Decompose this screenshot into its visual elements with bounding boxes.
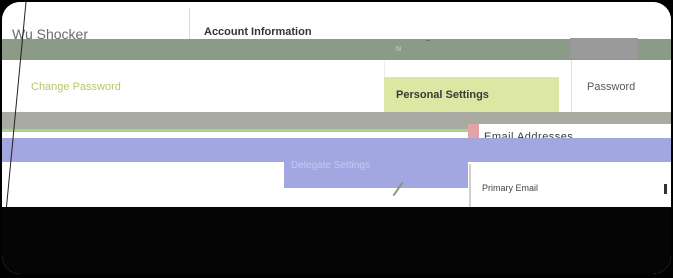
section-title: Account Information [204,26,312,38]
blue-panel[interactable]: Delegate Settings [284,138,468,188]
header-marker: N [396,46,402,53]
column-divider [469,164,471,207]
dot [426,40,430,41]
black-area [2,207,671,274]
nav-personal-settings-label: Personal Settings [396,89,489,101]
top-divider [189,8,190,42]
primary-email-label: Primary Email [482,183,539,193]
nav-personal-settings[interactable]: Personal Settings [384,77,559,112]
diagonal-line [5,2,27,212]
nav-change-password[interactable]: Change Password [2,60,385,112]
nav-password-label: Password [587,81,636,93]
scroll-handle[interactable] [664,184,667,194]
blue-panel-label: Delegate Settings [291,160,370,171]
top-bar [2,2,671,43]
nav-password[interactable]: Password [571,60,671,112]
screen: Wu Shocker Account Information N Change … [2,2,671,274]
lower-left-panel [2,162,284,207]
gray-chip [570,38,638,59]
nav-change-password-label: Change Password [31,81,121,93]
